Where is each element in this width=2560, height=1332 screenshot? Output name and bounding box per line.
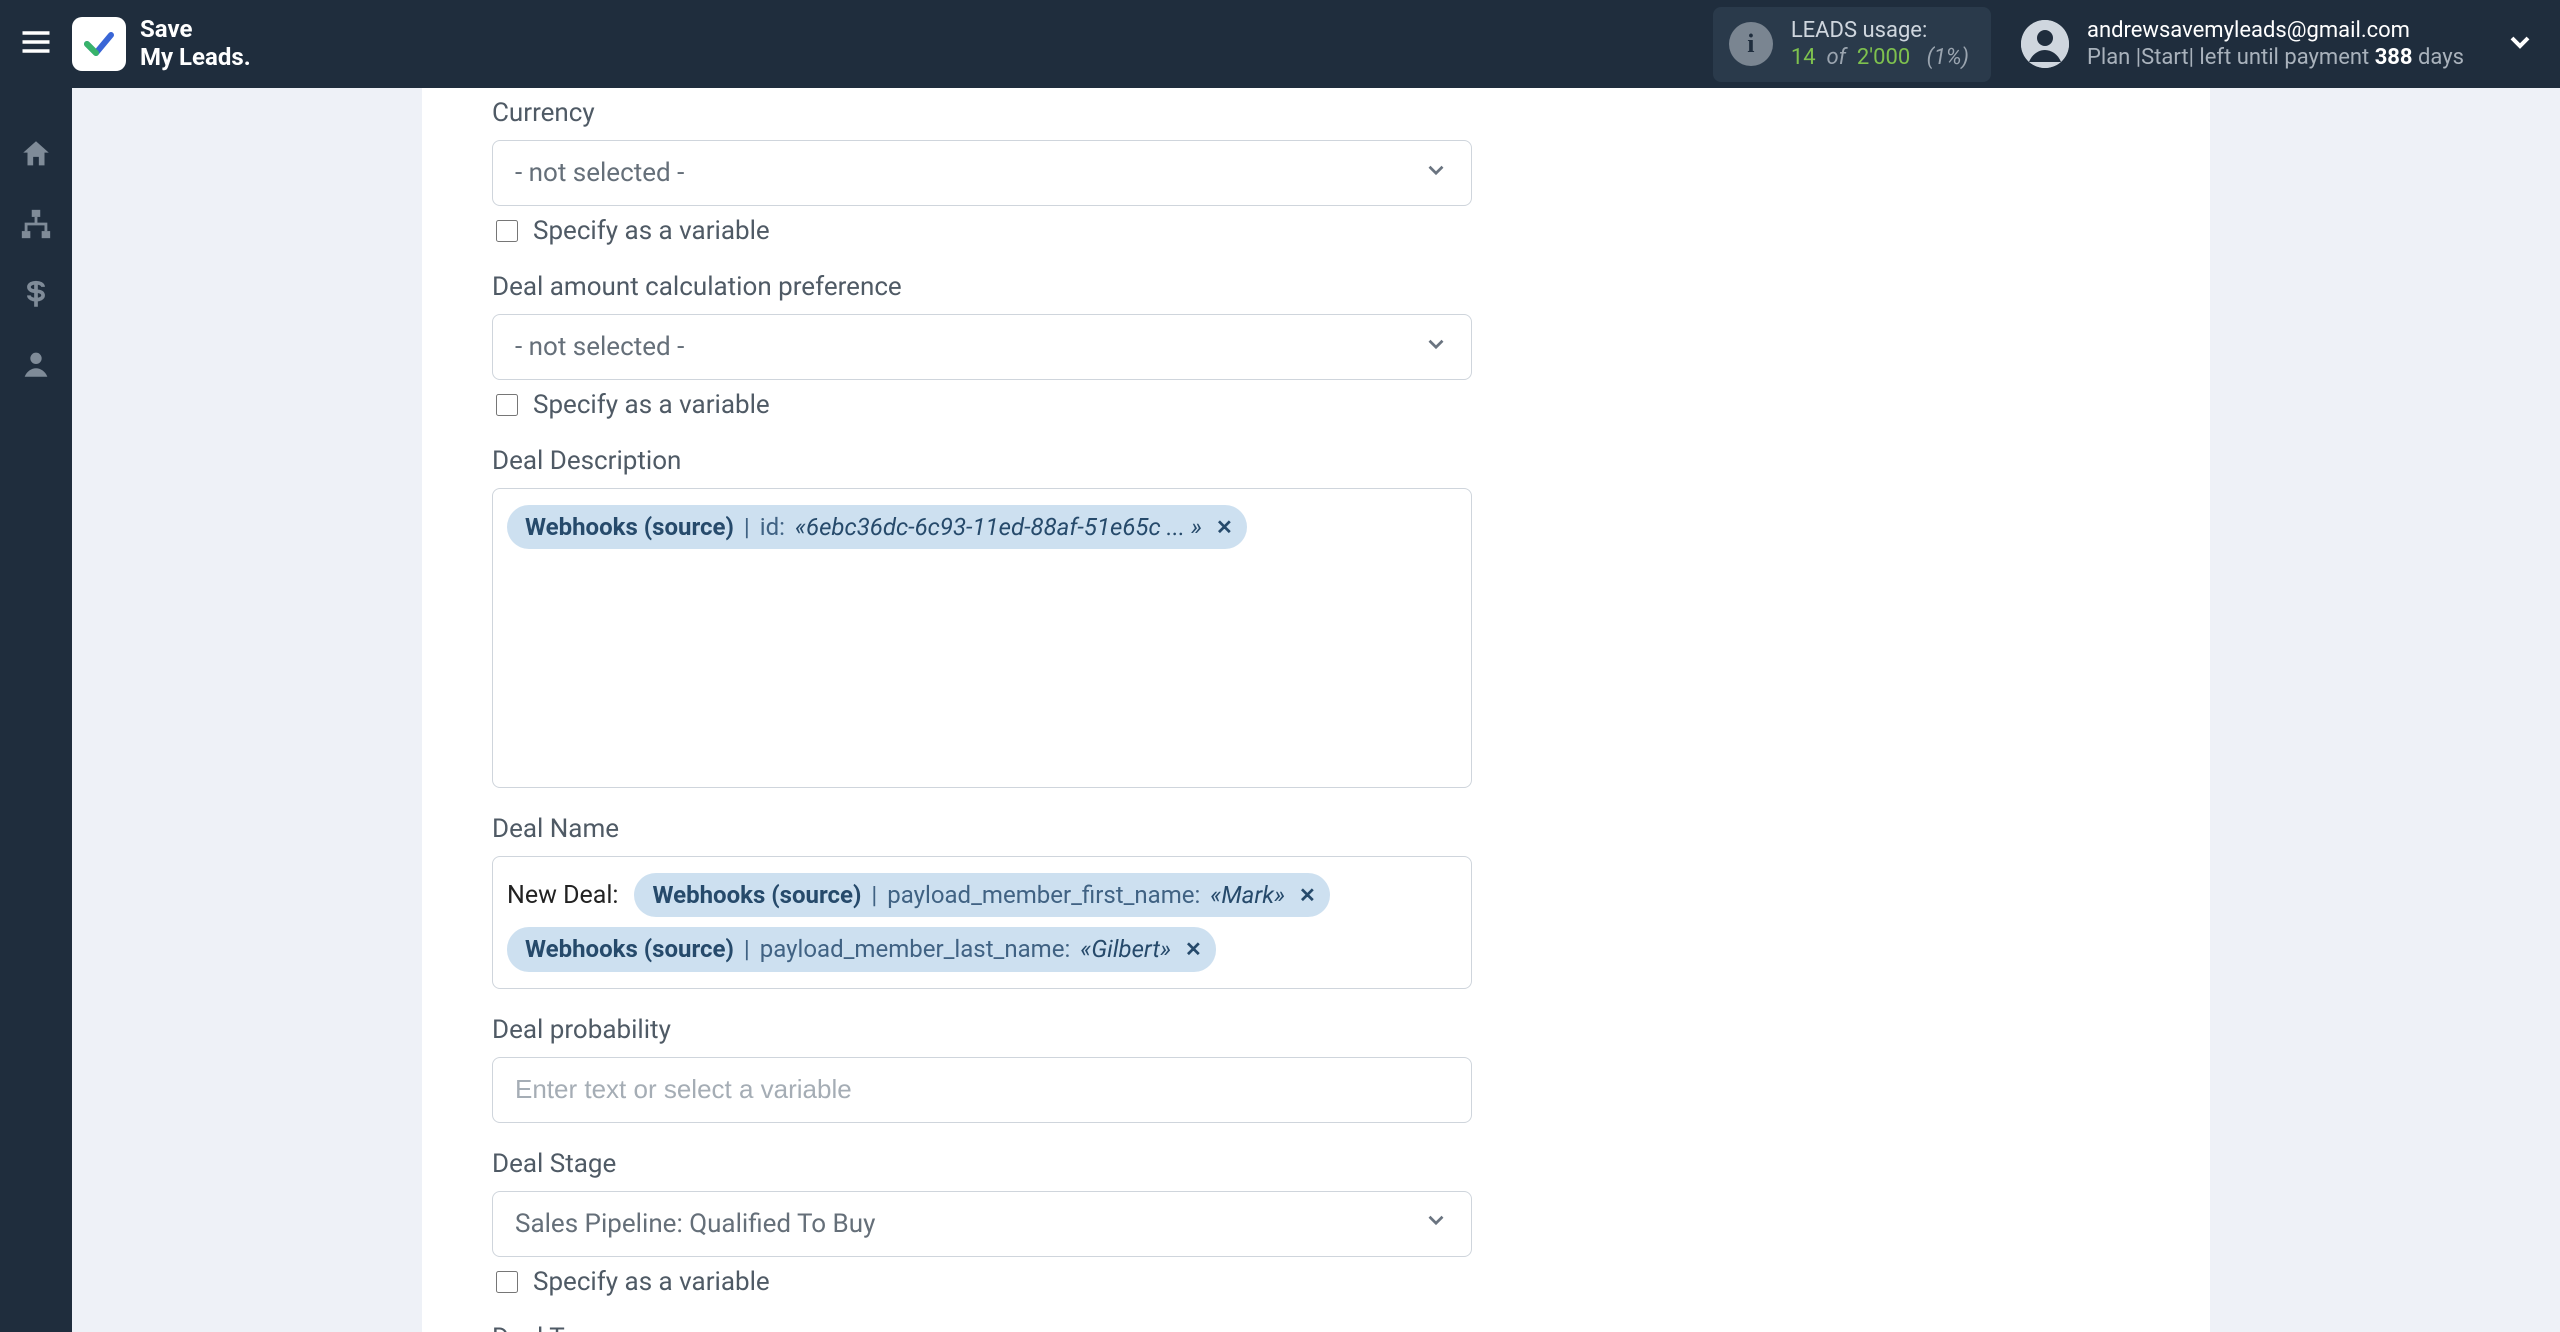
deal-stage-variable-row[interactable]: Specify as a variable (492, 1267, 1472, 1297)
info-icon: i (1729, 22, 1773, 66)
label-deal-name: Deal Name (492, 814, 2140, 844)
deal-amount-pref-variable-label: Specify as a variable (533, 390, 770, 420)
chip-source: Webhooks (source) (525, 933, 734, 965)
deal-amount-pref-variable-checkbox[interactable] (496, 394, 518, 416)
input-deal-probability[interactable] (492, 1057, 1472, 1123)
chip-key: payload_member_last_name: (760, 933, 1071, 965)
usage-of: of (1826, 45, 1846, 70)
currency-variable-checkbox[interactable] (496, 220, 518, 242)
sitemap-icon (19, 207, 53, 245)
label-deal-amount-pref: Deal amount calculation preference (492, 272, 2140, 302)
nav-rail (0, 88, 72, 1332)
user-icon (19, 347, 53, 385)
deal-name-prefix: New Deal: (507, 881, 618, 910)
chip-remove-icon[interactable]: ✕ (1185, 936, 1202, 963)
user-plan: Plan |Start| left until payment 388 days (2087, 44, 2464, 72)
usage-total: 2'000 (1857, 45, 1910, 70)
chip-key: payload_member_first_name: (887, 879, 1200, 911)
usage-count: 14 (1791, 45, 1816, 70)
user-text: andrewsavemyleads@gmail.com Plan |Start|… (2087, 17, 2464, 72)
usage-label: LEADS usage: (1791, 17, 1969, 45)
select-deal-stage-value: Sales Pipeline: Qualified To Buy (515, 1209, 875, 1239)
field-deal-name: Deal Name New Deal: Webhooks (source) | … (492, 814, 2140, 989)
chip-key: id: (760, 511, 785, 543)
chevron-down-icon (2504, 43, 2536, 62)
field-currency: Currency - not selected - Specify as a v… (492, 98, 2140, 246)
brand: Save My Leads. (72, 16, 251, 71)
form-inner: Currency - not selected - Specify as a v… (492, 88, 2140, 1332)
leads-usage-box: i LEADS usage: 14 of 2'000 (1%) (1713, 7, 1991, 82)
chip-source: Webhooks (source) (525, 511, 734, 543)
nav-billing[interactable] (18, 278, 54, 314)
field-deal-description: Deal Description Webhooks (source) | id:… (492, 446, 2140, 788)
chip-value: «Mark» (1210, 879, 1285, 911)
select-deal-amount-pref-value: - not selected - (515, 332, 684, 362)
usage-pct: (1%) (1927, 45, 1969, 70)
user-email: andrewsavemyleads@gmail.com (2087, 17, 2464, 45)
label-deal-description: Deal Description (492, 446, 2140, 476)
input-deal-description[interactable]: Webhooks (source) | id: «6ebc36dc-6c93-1… (492, 488, 1472, 788)
usage-text: LEADS usage: 14 of 2'000 (1%) (1791, 17, 1969, 72)
avatar-icon (2021, 20, 2069, 68)
select-currency-value: - not selected - (515, 158, 684, 188)
select-currency[interactable]: - not selected - (492, 140, 1472, 206)
variable-chip[interactable]: Webhooks (source) | payload_member_first… (634, 873, 1329, 917)
deal-amount-pref-variable-row[interactable]: Specify as a variable (492, 390, 1472, 420)
brand-line1: Save (140, 16, 251, 44)
label-currency: Currency (492, 98, 2140, 128)
nav-home[interactable] (18, 138, 54, 174)
chip-sep: | (871, 879, 877, 911)
variable-chip[interactable]: Webhooks (source) | id: «6ebc36dc-6c93-1… (507, 505, 1247, 549)
chip-value: «Gilbert» (1080, 933, 1171, 965)
deal-stage-variable-checkbox[interactable] (496, 1271, 518, 1293)
home-icon (19, 137, 53, 175)
field-deal-amount-pref: Deal amount calculation preference - not… (492, 272, 2140, 420)
brand-line2: My Leads. (140, 44, 251, 72)
nav-connections[interactable] (18, 208, 54, 244)
variable-chip[interactable]: Webhooks (source) | payload_member_last_… (507, 927, 1216, 971)
app-root: Save My Leads. i LEADS usage: 14 of 2'00… (0, 0, 2560, 1332)
input-deal-name[interactable]: New Deal: Webhooks (source) | payload_me… (492, 856, 1472, 989)
chevron-down-icon (1423, 157, 1449, 190)
app-header: Save My Leads. i LEADS usage: 14 of 2'00… (0, 0, 2560, 88)
label-deal-probability: Deal probability (492, 1015, 2140, 1045)
dollar-icon (19, 277, 53, 315)
field-deal-probability: Deal probability (492, 1015, 2140, 1123)
hamburger-icon (18, 24, 54, 64)
field-deal-stage: Deal Stage Sales Pipeline: Qualified To … (492, 1149, 2140, 1297)
user-menu[interactable]: andrewsavemyleads@gmail.com Plan |Start|… (2021, 17, 2464, 72)
label-deal-stage: Deal Stage (492, 1149, 2140, 1179)
select-deal-amount-pref[interactable]: - not selected - (492, 314, 1472, 380)
chip-source: Webhooks (source) (652, 879, 861, 911)
chevron-down-icon (1423, 331, 1449, 364)
chip-remove-icon[interactable]: ✕ (1299, 882, 1316, 909)
header-expand-button[interactable] (2504, 26, 2536, 62)
form-card: Currency - not selected - Specify as a v… (422, 88, 2210, 1332)
plan-days: 388 (2375, 45, 2413, 70)
chip-sep: | (744, 511, 750, 543)
usage-value-line: 14 of 2'000 (1%) (1791, 44, 1969, 72)
menu-toggle-button[interactable] (0, 0, 72, 88)
plan-suffix: days (2413, 45, 2464, 70)
logo-icon (72, 17, 126, 71)
currency-variable-label: Specify as a variable (533, 216, 770, 246)
chip-remove-icon[interactable]: ✕ (1216, 514, 1233, 541)
select-deal-stage[interactable]: Sales Pipeline: Qualified To Buy (492, 1191, 1472, 1257)
deal-stage-variable-label: Specify as a variable (533, 1267, 770, 1297)
currency-variable-row[interactable]: Specify as a variable (492, 216, 1472, 246)
field-deal-type: Deal Type - not selected - (492, 1323, 2140, 1332)
chevron-down-icon (1423, 1207, 1449, 1240)
label-deal-type: Deal Type (492, 1323, 2140, 1332)
brand-text: Save My Leads. (140, 16, 251, 71)
chip-sep: | (744, 933, 750, 965)
chip-value: «6ebc36dc-6c93-11ed-88af-51e65c ... » (795, 511, 1202, 543)
plan-prefix: Plan |Start| left until payment (2087, 45, 2375, 70)
nav-account[interactable] (18, 348, 54, 384)
page: Currency - not selected - Specify as a v… (72, 88, 2560, 1332)
